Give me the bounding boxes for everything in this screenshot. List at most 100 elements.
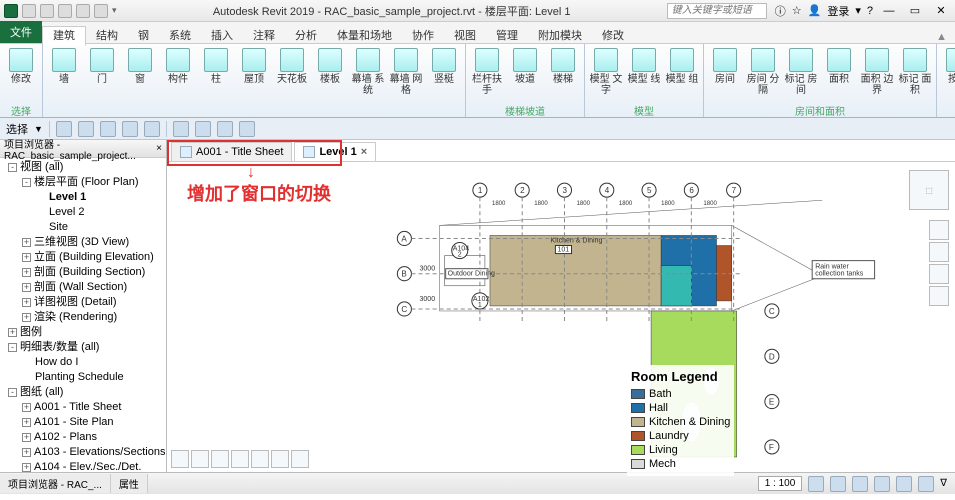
ribbon-collapse-icon[interactable]: ▲ xyxy=(928,31,955,43)
ribbon-tab-系统[interactable]: 系统 xyxy=(159,27,201,45)
star-icon[interactable]: ☆ xyxy=(792,4,802,17)
app-logo-icon[interactable] xyxy=(4,4,18,18)
tree-node[interactable]: +详图视图 (Detail) xyxy=(2,295,164,310)
tree-toggle-icon[interactable]: + xyxy=(22,403,31,412)
restore-button[interactable]: ▭ xyxy=(905,4,925,17)
tree-node[interactable]: -视图 (all) xyxy=(2,160,164,175)
tree-toggle-icon[interactable]: + xyxy=(22,253,31,262)
ribbon-btn-房间分隔[interactable]: 房间 分隔 xyxy=(746,46,780,103)
obar-icon-5[interactable] xyxy=(144,121,160,137)
tree-node[interactable]: -明细表/数量 (all) xyxy=(2,340,164,355)
ribbon-btn-门[interactable]: 门 xyxy=(85,46,119,103)
chevron-down-icon[interactable]: ▾ xyxy=(855,4,861,17)
qat-save-icon[interactable] xyxy=(40,4,54,18)
ribbon-btn-竖梃[interactable]: 竖梃 xyxy=(427,46,461,103)
obar-icon-4[interactable] xyxy=(122,121,138,137)
vc-style-icon[interactable] xyxy=(211,450,229,468)
ribbon-btn-墙[interactable]: 墙 xyxy=(47,46,81,103)
tree-toggle-icon[interactable]: - xyxy=(22,178,31,187)
status-tab-properties[interactable]: 属性 xyxy=(111,474,148,493)
qat-redo-icon[interactable] xyxy=(76,4,90,18)
tree-node[interactable]: +A101 - Site Plan xyxy=(2,415,164,430)
tree-toggle-icon[interactable]: + xyxy=(22,268,31,277)
tree-node[interactable]: +渲染 (Rendering) xyxy=(2,310,164,325)
tree-node[interactable]: +A103 - Elevations/Sections xyxy=(2,445,164,460)
status-icon-5[interactable] xyxy=(896,476,912,492)
ribbon-btn-标记面积[interactable]: 标记 面积 xyxy=(898,46,932,103)
tree-node[interactable]: +剖面 (Building Section) xyxy=(2,265,164,280)
tree-toggle-icon[interactable]: - xyxy=(8,163,17,172)
vc-shadow-icon[interactable] xyxy=(251,450,269,468)
vc-hide-icon[interactable] xyxy=(291,450,309,468)
ribbon-tab-注释[interactable]: 注释 xyxy=(243,27,285,45)
info-icon[interactable]: ⓘ xyxy=(775,3,786,19)
tree-node[interactable]: +立面 (Building Elevation) xyxy=(2,250,164,265)
tree-toggle-icon[interactable]: + xyxy=(22,448,31,457)
tree-node[interactable]: Site xyxy=(2,220,164,235)
ribbon-btn-天花板[interactable]: 天花板 xyxy=(275,46,309,103)
tree-toggle-icon[interactable]: + xyxy=(22,238,31,247)
obar-icon-9[interactable] xyxy=(239,121,255,137)
tree-toggle-icon[interactable]: + xyxy=(22,463,31,472)
ribbon-tab-插入[interactable]: 插入 xyxy=(201,27,243,45)
status-icon-6[interactable] xyxy=(918,476,934,492)
tree-toggle-icon[interactable]: + xyxy=(22,313,31,322)
ribbon-btn-标记房间[interactable]: 标记 房间 xyxy=(784,46,818,103)
tree-node[interactable]: +图例 xyxy=(2,325,164,340)
ribbon-tab-结构[interactable]: 结构 xyxy=(86,27,128,45)
ribbon-btn-坡道[interactable]: 坡道 xyxy=(508,46,542,103)
tree-toggle-icon[interactable]: + xyxy=(22,298,31,307)
status-icon-4[interactable] xyxy=(874,476,890,492)
vc-detail-icon[interactable] xyxy=(191,450,209,468)
project-browser-tree[interactable]: -视图 (all)-楼层平面 (Floor Plan)Level 1Level … xyxy=(0,158,166,472)
vc-scale-icon[interactable] xyxy=(171,450,189,468)
ribbon-tab-建筑[interactable]: 建筑 xyxy=(42,26,86,46)
obar-icon-1[interactable] xyxy=(56,121,72,137)
ribbon-tab-分析[interactable]: 分析 xyxy=(285,27,327,45)
tree-node[interactable]: +A104 - Elev./Sec./Det. xyxy=(2,460,164,472)
tree-node[interactable]: -楼层平面 (Floor Plan) xyxy=(2,175,164,190)
status-scale[interactable]: 1 : 100 xyxy=(758,476,803,491)
minimize-button[interactable]: — xyxy=(879,5,899,17)
close-button[interactable]: ✕ xyxy=(931,4,951,17)
ribbon-btn-按面[interactable]: 按面 xyxy=(941,46,955,103)
tree-toggle-icon[interactable]: + xyxy=(8,328,17,337)
ribbon-tab-附加模块[interactable]: 附加模块 xyxy=(528,27,592,45)
ribbon-btn-栏杆扶手[interactable]: 栏杆扶手 xyxy=(470,46,504,103)
qat-open-icon[interactable] xyxy=(22,4,36,18)
ribbon-btn-楼板[interactable]: 楼板 xyxy=(313,46,347,103)
tree-node[interactable]: +A001 - Title Sheet xyxy=(2,400,164,415)
status-filter-icon[interactable]: ∇ xyxy=(940,478,947,489)
qat-undo-icon[interactable] xyxy=(58,4,72,18)
tree-node[interactable]: -图纸 (all) xyxy=(2,385,164,400)
ribbon-btn-柱[interactable]: 柱 xyxy=(199,46,233,103)
drawing-viewport[interactable]: 1180021800318004180051800618007 ABCCDEF … xyxy=(347,170,935,462)
obar-icon-8[interactable] xyxy=(217,121,233,137)
ribbon-btn-幕墙网格[interactable]: 幕墙 网格 xyxy=(389,46,423,103)
ribbon-tab-协作[interactable]: 协作 xyxy=(402,27,444,45)
ribbon-tab-管理[interactable]: 管理 xyxy=(486,27,528,45)
ribbon-btn-楼梯[interactable]: 楼梯 xyxy=(546,46,580,103)
tree-toggle-icon[interactable]: - xyxy=(8,388,17,397)
canvas-area[interactable]: A001 - Title SheetLevel 1× ↓ 增加了窗口的切换 ⬚ xyxy=(167,140,955,472)
tree-toggle-icon[interactable]: - xyxy=(8,343,17,352)
obar-icon-7[interactable] xyxy=(195,121,211,137)
status-icon-2[interactable] xyxy=(830,476,846,492)
tree-node[interactable]: +剖面 (Wall Section) xyxy=(2,280,164,295)
ribbon-btn-面积边界[interactable]: 面积 边界 xyxy=(860,46,894,103)
tree-toggle-icon[interactable]: + xyxy=(22,433,31,442)
tree-node[interactable]: +A102 - Plans xyxy=(2,430,164,445)
obar-icon-2[interactable] xyxy=(78,121,94,137)
help-search-input[interactable] xyxy=(667,3,767,19)
tab-close-icon[interactable]: × xyxy=(361,146,367,158)
panel-close-icon[interactable]: × xyxy=(156,143,162,154)
vc-crop-icon[interactable] xyxy=(271,450,289,468)
tree-toggle-icon[interactable]: + xyxy=(22,283,31,292)
ribbon-btn-模型组[interactable]: 模型 组 xyxy=(665,46,699,103)
ribbon-btn-面积[interactable]: 面积 xyxy=(822,46,856,103)
ribbon-tab-体量和场地[interactable]: 体量和场地 xyxy=(327,27,402,45)
tree-toggle-icon[interactable]: + xyxy=(22,418,31,427)
obar-icon-6[interactable] xyxy=(173,121,189,137)
tree-node[interactable]: +三维视图 (3D View) xyxy=(2,235,164,250)
user-icon[interactable]: 👤 xyxy=(808,4,822,17)
